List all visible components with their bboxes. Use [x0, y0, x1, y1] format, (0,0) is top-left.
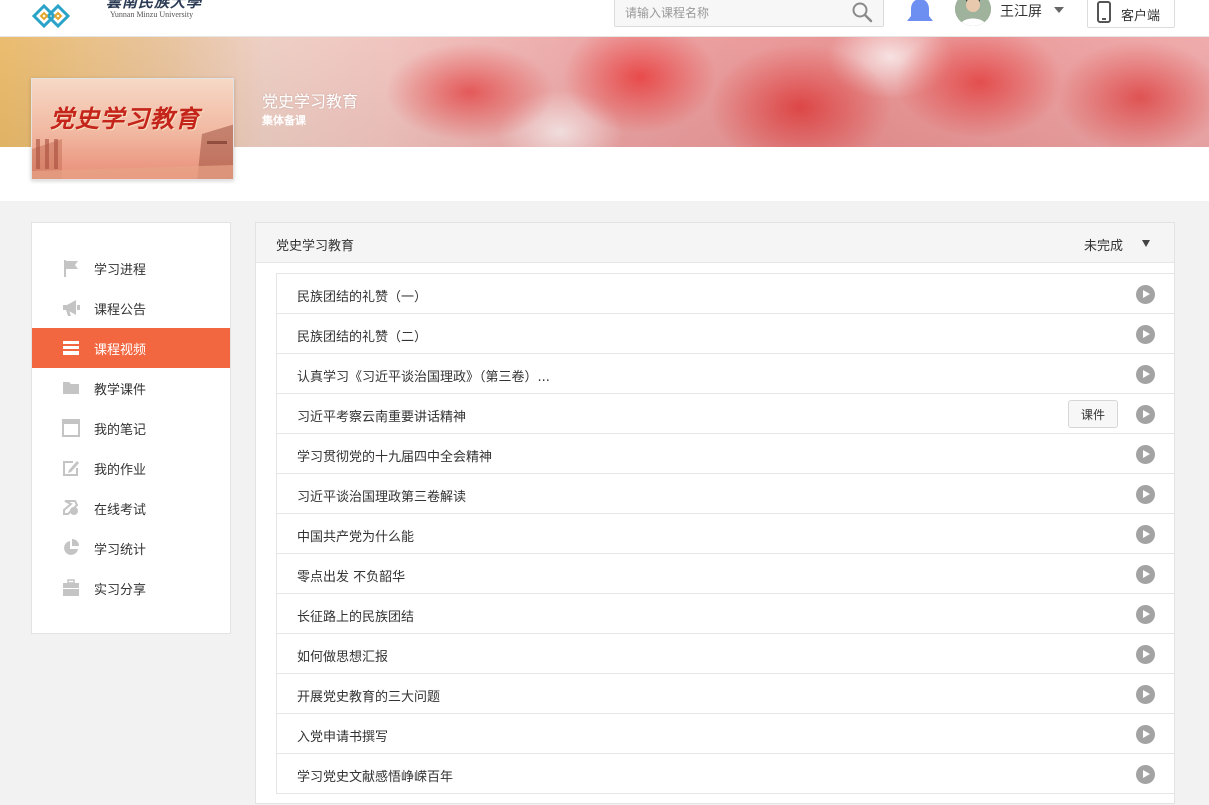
list-item[interactable]: 中国共产党为什么能: [277, 514, 1174, 554]
play-icon[interactable]: [1136, 645, 1155, 664]
notebook-icon: [62, 419, 80, 437]
sidebar-item-label: 学习统计: [94, 543, 147, 558]
list-item[interactable]: 民族团结的礼赞（一）: [277, 274, 1174, 314]
sidebar-item-announcements[interactable]: 课程公告: [32, 288, 230, 328]
course-title: 党史学习教育: [262, 92, 359, 111]
chevron-down-icon[interactable]: [1054, 7, 1064, 13]
sidebar-item-label: 我的笔记: [94, 423, 147, 438]
play-icon[interactable]: [1136, 365, 1155, 384]
list-item[interactable]: 学习党史文献感悟峥嵘百年: [277, 754, 1174, 794]
list-item[interactable]: 开展党史教育的三大问题: [277, 674, 1174, 714]
completion-filter[interactable]: 未完成: [1084, 235, 1123, 254]
sidebar-item-online-exam[interactable]: 在线考试: [32, 488, 230, 528]
list-item[interactable]: 入党申请书撰写: [277, 714, 1174, 754]
list-item[interactable]: 民族团结的礼赞（二）: [277, 314, 1174, 354]
client-app-label: 客户端: [1121, 9, 1161, 24]
play-icon[interactable]: [1136, 605, 1155, 624]
lesson-title: 入党申请书撰写: [297, 730, 389, 745]
list-item[interactable]: 认真学习《习近平谈治国理政》（第三卷）...: [277, 354, 1174, 394]
pie-chart-icon: [64, 539, 79, 555]
logo-subtitle: Yunnan Minzu University: [110, 10, 194, 19]
list-item[interactable]: 如何做思想汇报: [277, 634, 1174, 674]
university-emblem-icon: [31, 3, 71, 29]
lesson-title: 中国共产党为什么能: [297, 530, 415, 545]
play-icon[interactable]: [1136, 685, 1155, 704]
courseware-button[interactable]: 课件: [1068, 400, 1118, 428]
lesson-list: 民族团结的礼赞（一） 民族团结的礼赞（二） 认真学习《习近平谈治国理政》（第三卷…: [276, 273, 1174, 794]
sidebar-item-label: 课程视频: [94, 343, 147, 358]
course-search: [614, 0, 884, 27]
lesson-title: 民族团结的礼赞（二）: [297, 330, 428, 345]
caret-down-icon[interactable]: [1142, 240, 1150, 247]
play-icon[interactable]: [1136, 725, 1155, 744]
university-logo[interactable]: 雲南民族大學 Yunnan Minzu University: [30, 0, 201, 30]
sidebar-item-learning-progress[interactable]: 学习进程: [32, 248, 230, 288]
panel-header: 党史学习教育 未完成: [256, 223, 1174, 263]
edit-icon: [63, 461, 79, 476]
top-bar: 雲南民族大學 Yunnan Minzu University 王江屏 客户端: [0, 0, 1209, 37]
lesson-title: 长征路上的民族团结: [297, 610, 415, 625]
panel-title: 党史学习教育: [276, 239, 355, 254]
sidebar-item-course-videos[interactable]: 课程视频: [32, 328, 230, 368]
search-input[interactable]: [615, 0, 851, 26]
video-list-icon: [63, 341, 79, 355]
sidebar-item-label: 学习进程: [94, 263, 147, 278]
flag-icon: [64, 260, 78, 277]
sidebar-item-statistics[interactable]: 学习统计: [32, 528, 230, 568]
lesson-title: 学习贯彻党的十九届四中全会精神: [297, 450, 493, 465]
lesson-title: 民族团结的礼赞（一）: [297, 290, 428, 305]
sidebar-item-label: 课程公告: [94, 303, 147, 318]
folder-icon: [63, 382, 79, 394]
notification-bell-icon[interactable]: [904, 0, 936, 26]
exam-icon: [63, 500, 79, 515]
lesson-title: 习近平谈治国理政第三卷解读: [297, 490, 467, 505]
play-icon[interactable]: [1136, 485, 1155, 504]
video-panel: 党史学习教育 未完成 民族团结的礼赞（一） 民族团结的礼赞（二） 认真学习《习近…: [255, 222, 1175, 804]
cover-title-text: 党史学习教育: [50, 104, 200, 133]
play-icon[interactable]: [1136, 405, 1155, 424]
avatar[interactable]: [955, 0, 991, 26]
list-item[interactable]: 习近平谈治国理政第三卷解读: [277, 474, 1174, 514]
sidebar-item-courseware[interactable]: 教学课件: [32, 368, 230, 408]
sidebar-item-homework[interactable]: 我的作业: [32, 448, 230, 488]
play-icon[interactable]: [1136, 525, 1155, 544]
phone-icon: [1097, 1, 1111, 23]
briefcase-icon: [63, 579, 79, 596]
sidebar-item-label: 在线考试: [94, 503, 147, 518]
lesson-title: 认真学习《习近平谈治国理政》（第三卷）...: [297, 370, 550, 385]
client-app-button[interactable]: 客户端: [1087, 0, 1175, 28]
course-sidebar: 学习进程 课程公告 课程视频 教学课件 我的笔记 我的作业 在线考试 学习统计 …: [31, 222, 231, 634]
list-item[interactable]: 零点出发 不负韶华: [277, 554, 1174, 594]
sidebar-item-label: 实习分享: [94, 583, 147, 598]
sidebar-item-label: 教学课件: [94, 383, 147, 398]
search-icon[interactable]: [851, 1, 873, 23]
lesson-title: 开展党史教育的三大问题: [297, 690, 441, 705]
sidebar-item-internship-share[interactable]: 实习分享: [32, 568, 230, 608]
course-type: 集体备课: [262, 114, 306, 127]
list-item[interactable]: 长征路上的民族团结: [277, 594, 1174, 634]
sidebar-item-notes[interactable]: 我的笔记: [32, 408, 230, 448]
list-item[interactable]: 习近平考察云南重要讲话精神 课件: [277, 394, 1174, 434]
lesson-title: 习近平考察云南重要讲话精神: [297, 410, 467, 425]
play-icon[interactable]: [1136, 285, 1155, 304]
megaphone-icon: [63, 300, 80, 316]
play-icon[interactable]: [1136, 565, 1155, 584]
lesson-title: 零点出发 不负韶华: [297, 570, 406, 585]
sidebar-item-label: 我的作业: [94, 463, 147, 478]
username[interactable]: 王江屏: [1000, 1, 1042, 21]
list-item[interactable]: 学习贯彻党的十九届四中全会精神: [277, 434, 1174, 474]
play-icon[interactable]: [1136, 765, 1155, 784]
play-icon[interactable]: [1136, 325, 1155, 344]
course-cover-image: 党史学习教育: [31, 78, 234, 180]
lesson-title: 如何做思想汇报: [297, 650, 389, 665]
play-icon[interactable]: [1136, 445, 1155, 464]
lesson-title: 学习党史文献感悟峥嵘百年: [297, 770, 454, 785]
